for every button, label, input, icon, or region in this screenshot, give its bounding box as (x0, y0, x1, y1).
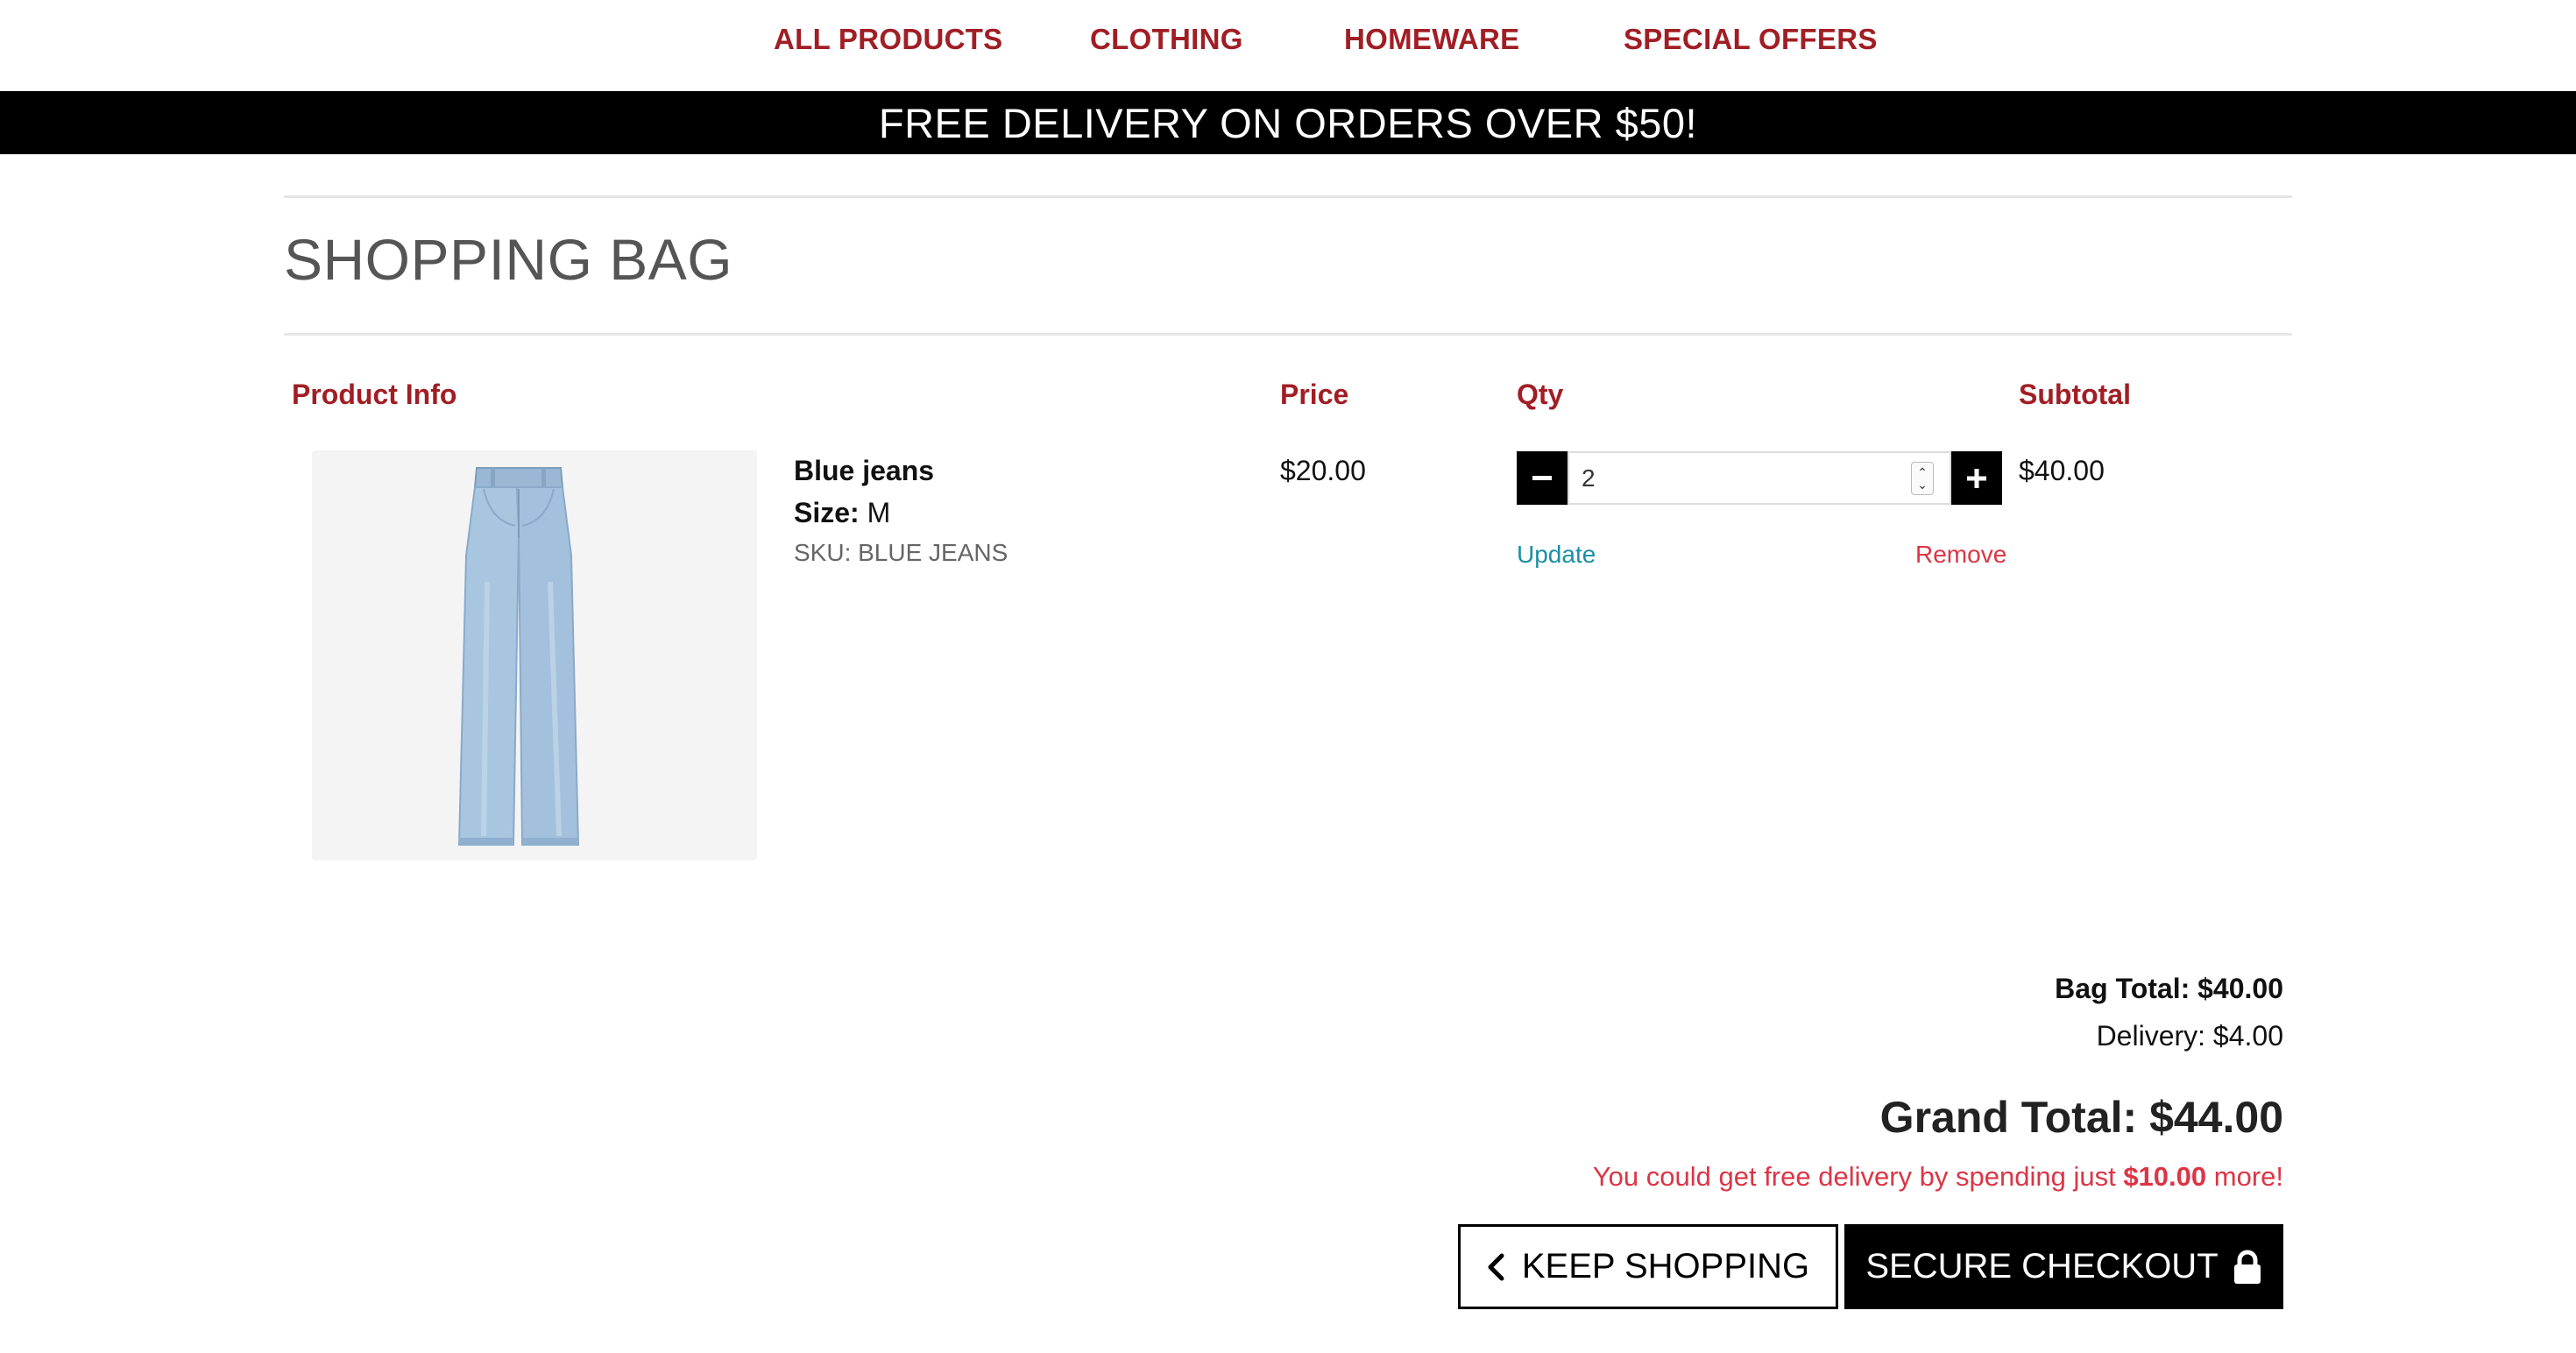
secure-checkout-button[interactable]: SECURE CHECKOUT (1844, 1224, 2283, 1309)
nav-all-products[interactable]: ALL PRODUCTS (774, 23, 1003, 56)
nav-special-offers[interactable]: SPECIAL OFFERS (1624, 23, 1878, 56)
delivery-cost: Delivery: $4.00 (2096, 1020, 2283, 1052)
grand-total: Grand Total: $44.00 (1879, 1093, 2283, 1142)
remove-link[interactable]: Remove (1915, 541, 2006, 569)
product-subtotal: $40.00 (2019, 455, 2105, 486)
nav-homeware[interactable]: HOMEWARE (1344, 23, 1519, 56)
quantity-input[interactable] (1568, 451, 1951, 505)
free-delivery-amount: $10.00 (2123, 1161, 2207, 1192)
keep-shopping-label: KEEP SHOPPING (1521, 1247, 1810, 1286)
product-size: Size: M (794, 497, 890, 529)
header-product-info: Product Info (292, 379, 457, 410)
minus-icon (1532, 475, 1552, 480)
spinner-up-icon[interactable]: ⌃ (1917, 466, 1928, 478)
top-navigation: ALL PRODUCTS CLOTHING HOMEWARE SPECIAL O… (0, 0, 2576, 91)
product-size-label: Size: (794, 497, 860, 528)
product-sku: SKU: BLUE JEANS (794, 539, 1008, 566)
nav-clothing[interactable]: CLOTHING (1090, 23, 1243, 56)
quantity-spinner[interactable]: ⌃ ⌄ (1911, 462, 1934, 495)
qty-increment-button[interactable] (1951, 451, 2002, 505)
free-delivery-prefix: You could get free delivery by spending … (1592, 1161, 2124, 1192)
free-delivery-banner: FREE DELIVERY ON ORDERS OVER $50! (0, 91, 2576, 154)
header-price: Price (1280, 379, 1349, 410)
keep-shopping-button[interactable]: KEEP SHOPPING (1458, 1224, 1838, 1309)
banner-text: FREE DELIVERY ON ORDERS OVER $50! (878, 99, 1698, 146)
chevron-left-icon (1487, 1253, 1504, 1281)
divider-top (284, 195, 2292, 198)
divider-title (284, 333, 2292, 336)
free-delivery-message: You could get free delivery by spending … (1593, 1161, 2283, 1193)
secure-checkout-label: SECURE CHECKOUT (1865, 1247, 2219, 1286)
page-title: SHOPPING BAG (284, 227, 733, 292)
product-name: Blue jeans (794, 455, 935, 486)
product-size-value: M (867, 497, 891, 528)
blue-jeans-image (312, 450, 757, 861)
update-link[interactable]: Update (1517, 541, 1596, 569)
lock-icon (2233, 1250, 2262, 1285)
header-qty: Qty (1517, 379, 1564, 410)
free-delivery-suffix: more! (2206, 1161, 2283, 1192)
product-price: $20.00 (1280, 455, 1366, 486)
bag-total: Bag Total: $40.00 (2055, 973, 2283, 1004)
plus-icon (1967, 468, 1986, 488)
spinner-down-icon[interactable]: ⌄ (1917, 478, 1928, 491)
header-subtotal: Subtotal (2019, 379, 2131, 410)
qty-decrement-button[interactable] (1517, 451, 1568, 505)
